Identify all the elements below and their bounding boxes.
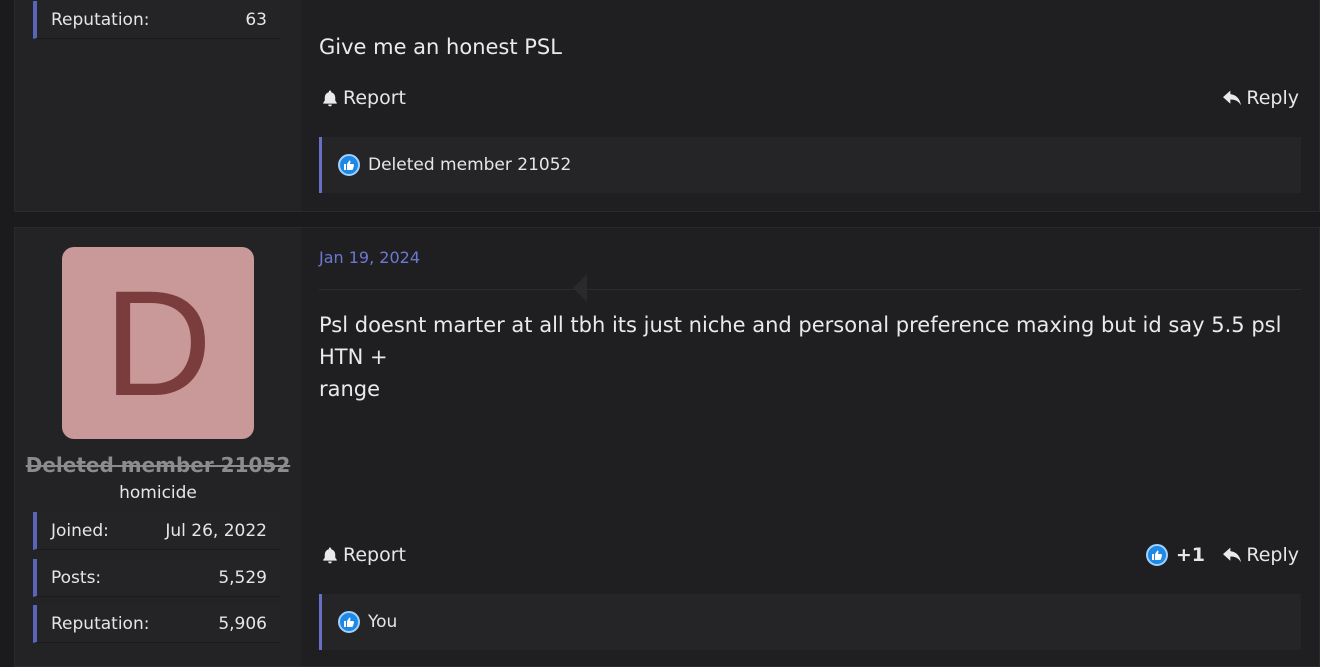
reply-button[interactable]: Reply: [1222, 87, 1299, 109]
stat-posts: Posts: 5,529: [33, 559, 281, 597]
stat-label: Reputation:: [51, 613, 150, 634]
message-body: Jan 19, 2024 Psl doesnt marter at all tb…: [301, 228, 1319, 666]
reactions-list[interactable]: You: [368, 612, 397, 632]
stat-reputation: Reputation: 63: [33, 1, 281, 39]
report-button[interactable]: Report: [321, 87, 406, 109]
report-button[interactable]: Report: [321, 544, 406, 566]
message-pointer: [573, 274, 587, 302]
post-text-line: Psl doesnt marter at all tbh its just ni…: [319, 313, 1282, 369]
avatar[interactable]: D: [62, 247, 254, 439]
post-text: Psl doesnt marter at all tbh its just ni…: [319, 309, 1301, 405]
stat-label: Posts:: [51, 567, 102, 588]
stat-value: Jul 26, 2022: [165, 520, 267, 541]
bell-icon: [321, 89, 339, 107]
post-date[interactable]: Jan 19, 2024: [319, 248, 420, 267]
report-label: Report: [343, 544, 406, 566]
reply-arrow-icon: [1222, 546, 1242, 564]
user-title: homicide: [119, 483, 197, 503]
reaction-score[interactable]: +1: [1145, 544, 1205, 566]
avatar-letter: D: [103, 259, 213, 427]
thumbs-up-icon: [338, 611, 360, 633]
thumbs-up-icon: [1145, 544, 1168, 566]
reply-label: Reply: [1246, 87, 1299, 109]
post-text: Give me an honest PSL: [319, 35, 562, 59]
bell-icon: [321, 546, 339, 564]
message-body: Give me an honest PSL Report Reply Delet…: [301, 0, 1319, 211]
stat-reputation: Reputation: 5,906: [33, 605, 281, 643]
stat-value: 5,529: [218, 567, 267, 588]
stat-label: Reputation:: [51, 9, 150, 30]
reply-label: Reply: [1246, 544, 1299, 566]
reactions-bar[interactable]: You: [319, 594, 1301, 650]
username[interactable]: Deleted member 21052: [15, 453, 301, 477]
user-info-panel: Reputation: 63: [15, 0, 301, 211]
reactions-bar[interactable]: Deleted member 21052: [319, 137, 1301, 193]
report-label: Report: [343, 87, 406, 109]
stat-value: 5,906: [218, 613, 267, 634]
post: Reputation: 63 Give me an honest PSL Rep…: [14, 0, 1320, 212]
post-text-line: range: [319, 377, 381, 401]
stat-label: Joined:: [51, 520, 109, 541]
divider: [319, 289, 1301, 290]
post: D Deleted member 21052 homicide Joined: …: [14, 227, 1320, 667]
thumbs-up-icon: [338, 154, 360, 176]
reaction-score-value: +1: [1175, 544, 1205, 566]
reply-button[interactable]: Reply: [1222, 544, 1299, 566]
stat-value: 63: [245, 9, 267, 30]
user-info-panel: D Deleted member 21052 homicide Joined: …: [15, 228, 301, 666]
reactions-list[interactable]: Deleted member 21052: [368, 155, 571, 175]
reply-arrow-icon: [1222, 89, 1242, 107]
stat-joined: Joined: Jul 26, 2022: [33, 512, 281, 550]
